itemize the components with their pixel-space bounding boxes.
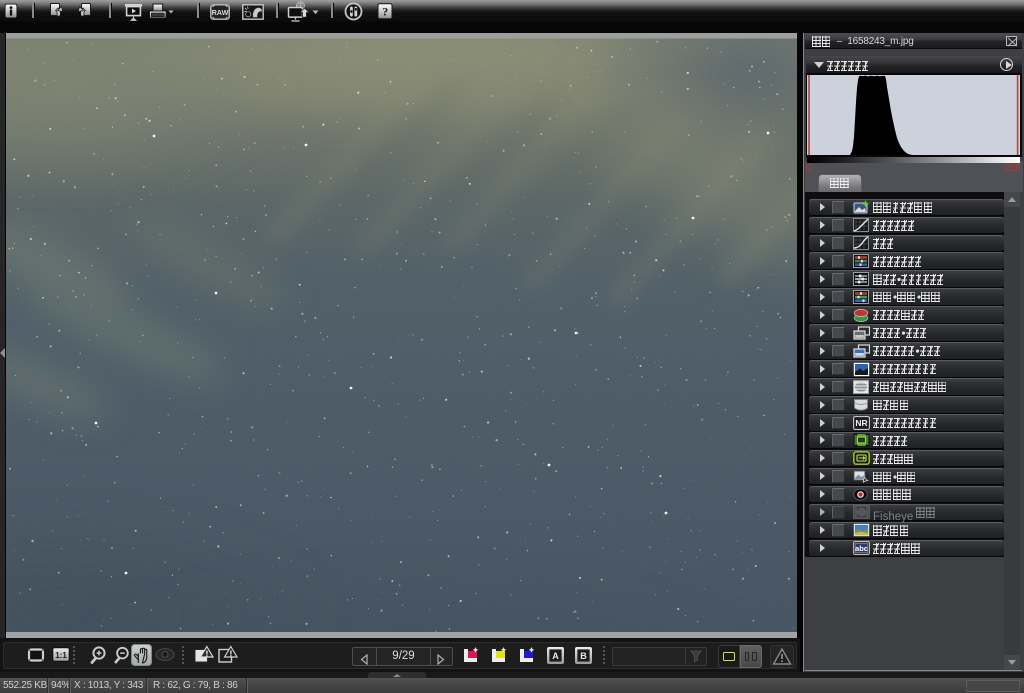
svg-text:B: B <box>580 651 587 661</box>
svg-text:A: A <box>552 651 559 661</box>
svg-text:1:1: 1:1 <box>55 651 67 660</box>
svg-text:RAW: RAW <box>212 8 229 17</box>
svg-text:?: ? <box>382 4 388 18</box>
svg-text:NR: NR <box>855 418 867 428</box>
svg-text:abc: abc <box>855 544 868 553</box>
